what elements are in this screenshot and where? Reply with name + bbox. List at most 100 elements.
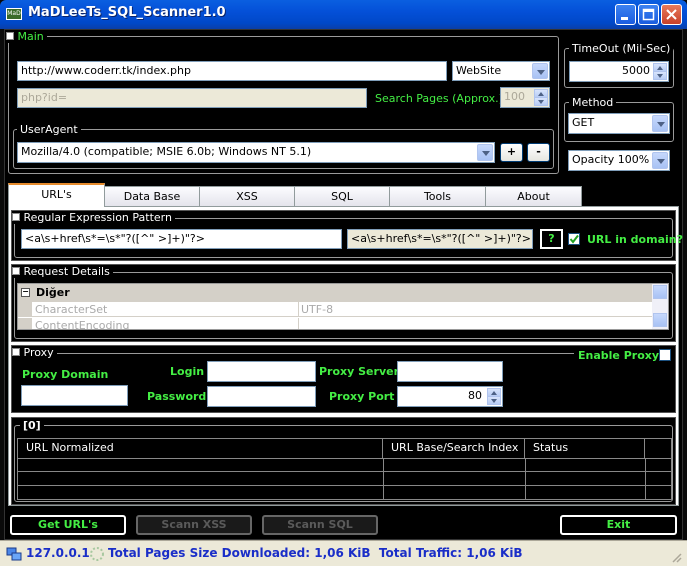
property-grid[interactable]: − Diğer CharacterSet UTF-8 ContentEncodi… [17,283,669,330]
chevron-down-icon[interactable] [652,152,668,169]
main-group-header: Main [6,30,47,43]
login-label: Login [170,365,205,378]
exit-button[interactable]: Exit [560,515,677,535]
tab-sql[interactable]: SQL [294,186,390,206]
url-input[interactable]: http://www.coderr.tk/index.php [17,61,447,81]
close-button[interactable] [661,4,682,25]
tab-about[interactable]: About [485,186,582,206]
proxy-port-label: Proxy Port [329,390,395,403]
proxy-domain-input[interactable] [21,385,128,406]
proxy-header: Proxy [12,346,57,359]
timeout-stepper[interactable]: 5000 [569,61,669,82]
status-bar: 127.0.0.1 Total Pages Size Downloaded: 1… [0,540,687,566]
proxy-port-value: 80 [468,389,482,402]
collapse-icon[interactable] [12,213,20,221]
regex-pattern-display: <a\s+href\s*=\s*"?([^" >]+)"?> [347,229,533,249]
property-category[interactable]: − Diğer [18,284,652,302]
property-row[interactable]: ContentEncoding [18,318,652,330]
property-category-label: Diğer [36,286,70,299]
collapse-icon[interactable] [12,348,20,356]
method-label: Method [569,96,617,109]
method-select[interactable]: GET [568,113,670,134]
column-header[interactable]: Status [525,439,645,458]
get-urls-button[interactable]: Get URL's [10,515,126,535]
source-select[interactable]: WebSite [452,61,550,81]
enable-proxy-label: Enable Proxy [578,349,660,362]
property-name: ContentEncoding [35,319,130,330]
proxy-label: Proxy [23,346,54,359]
add-useragent-button[interactable]: + [500,143,523,162]
status-ip: 127.0.0.1 [26,546,90,560]
spin-down-icon[interactable] [653,71,667,80]
collapse-icon[interactable] [6,32,14,40]
main-group-label: Main [17,30,44,43]
scan-sql-button[interactable]: Scann SQL [262,515,378,535]
proxy-server-label: Proxy Server [319,365,400,378]
collapse-icon[interactable] [12,267,20,275]
useragent-value: Mozilla/4.0 (compatible; MSIE 6.0b; Wind… [21,145,312,158]
network-icon [6,547,22,561]
password-label: Password [147,390,207,403]
scroll-up-icon[interactable] [653,285,667,299]
source-select-value: WebSite [456,64,502,77]
chevron-down-icon[interactable] [477,144,493,161]
minimize-button[interactable] [615,4,636,25]
property-scrollbar[interactable] [652,284,668,329]
proxy-port-stepper[interactable]: 80 [397,386,503,407]
login-input[interactable] [207,361,316,382]
useragent-select[interactable]: Mozilla/4.0 (compatible; MSIE 6.0b; Wind… [17,142,495,163]
results-table[interactable]: URL Normalized URL Base/Search Index Sta… [17,438,672,500]
tab-urls[interactable]: URL's [8,183,105,207]
scan-xss-button[interactable]: Scann XSS [136,515,252,535]
collapse-icon[interactable]: − [21,288,30,297]
close-icon [666,9,677,20]
app-icon: MaD [6,8,22,20]
enable-proxy-checkbox[interactable] [659,349,671,361]
window-title: MaDLeeTs_SQL_Scanner1.0 [28,5,226,20]
regex-help-button[interactable]: ? [540,229,563,249]
useragent-label: UserAgent [17,123,81,136]
method-value: GET [572,116,595,129]
proxy-server-input[interactable] [397,361,503,382]
chevron-down-icon[interactable] [652,115,668,132]
scroll-down-icon[interactable] [653,313,667,327]
timeout-value: 5000 [622,64,650,77]
tab-database[interactable]: Data Base [104,186,200,206]
property-row[interactable]: CharacterSet UTF-8 [18,302,652,317]
spin-down-icon[interactable] [487,396,501,405]
search-pages-value: 100 [504,90,525,103]
proxy-divider [14,353,574,354]
regex-label: Regular Expression Pattern [23,211,172,224]
tab-tools[interactable]: Tools [389,186,486,206]
maximize-icon [642,8,655,21]
resize-grip-icon[interactable] [670,551,682,563]
column-header-filler [645,439,671,458]
column-header[interactable]: URL Normalized [18,439,383,458]
regex-header: Regular Expression Pattern [12,211,175,224]
url-in-domain-label: URL in domain? [587,233,683,246]
proxy-domain-label: Proxy Domain [22,368,109,381]
opacity-value: Opacity 100% [572,153,650,166]
request-label: Request Details [23,265,110,278]
password-input[interactable] [207,386,316,407]
status-summary: Total Pages Size Downloaded: 1,06 KiB To… [108,546,523,560]
minimize-icon [621,17,628,20]
remove-useragent-button[interactable]: - [527,143,550,162]
search-pages-label: Search Pages (Approx.) [375,92,503,105]
loading-icon [90,547,104,561]
search-pages-stepper[interactable]: 100 [500,87,550,108]
request-header: Request Details [12,265,113,278]
chevron-down-icon[interactable] [532,63,548,79]
url-in-domain-checkbox[interactable] [568,233,580,245]
param-input[interactable]: php?id= [17,88,367,108]
tab-xss[interactable]: XSS [199,186,295,206]
results-count: [0] [20,419,44,432]
check-icon [569,234,579,244]
column-header[interactable]: URL Base/Search Index [383,439,525,458]
regex-pattern-input[interactable]: <a\s+href\s*=\s*"?([^" >]+)"?> [21,229,342,249]
spin-down-icon[interactable] [534,97,548,106]
title-bar[interactable]: MaD MaDLeeTs_SQL_Scanner1.0 [0,0,687,29]
opacity-select[interactable]: Opacity 100% [568,150,670,171]
property-name: CharacterSet [35,303,108,316]
maximize-button[interactable] [638,4,659,25]
